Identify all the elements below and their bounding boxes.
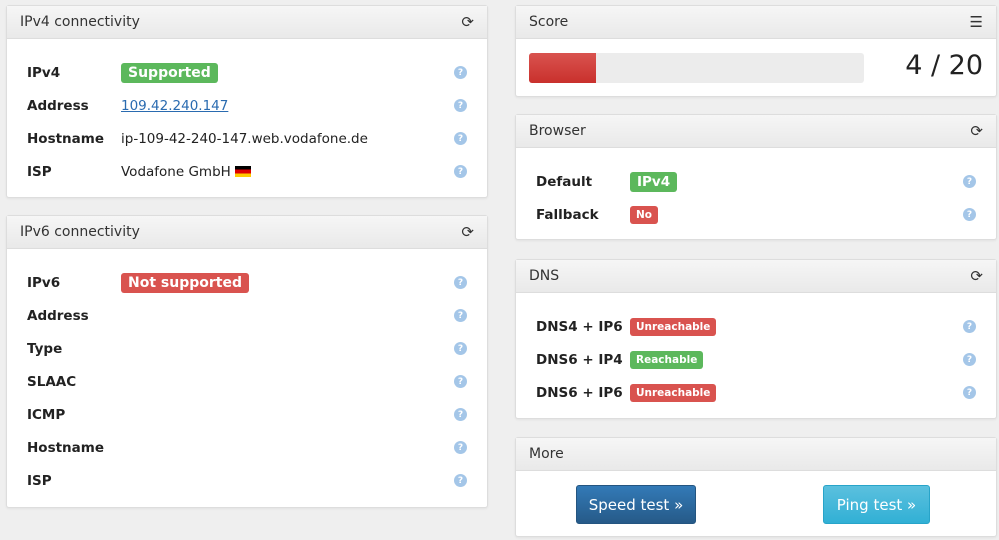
list-icon[interactable]: ☰ <box>970 13 983 31</box>
panel-title: More <box>529 446 564 462</box>
row-label: Type <box>27 340 63 357</box>
help-icon[interactable]: ? <box>963 386 976 399</box>
help-icon[interactable]: ? <box>963 175 976 188</box>
hostname-row: Hostname ip-109-42-240-147.web.vodafone.d… <box>27 122 467 155</box>
help-icon[interactable]: ? <box>454 66 467 79</box>
score-progress-fill <box>529 53 596 83</box>
row-label: Hostname <box>27 439 105 456</box>
ipv4-panel: IPv4 connectivity ⟳ IPv4 Supported? Addres… <box>6 5 488 198</box>
more-panel: More Speed test » Ping test » <box>515 437 997 537</box>
address-link[interactable]: 109.42.240.147 <box>121 98 228 114</box>
status-badge: Supported <box>121 62 218 83</box>
ipv4-row: IPv4 Supported? <box>27 56 467 89</box>
help-icon[interactable]: ? <box>454 441 467 454</box>
status-badge: Reachable <box>630 350 704 369</box>
panel-title: Browser <box>529 123 586 139</box>
row-label: IPv4 <box>27 64 61 81</box>
help-icon[interactable]: ? <box>963 320 976 333</box>
browser-panel: Browser ⟳ Default IPv4? Fallback No? <box>515 114 997 240</box>
help-icon[interactable]: ? <box>454 342 467 355</box>
status-badge: No <box>630 205 659 224</box>
row-label: DNS6 + IP4 <box>536 351 623 368</box>
score-text: 4 / 20 <box>905 50 983 81</box>
panel-title: IPv6 connectivity <box>20 224 140 240</box>
refresh-icon[interactable]: ⟳ <box>970 267 983 285</box>
hostname-value: ip-109-42-240-147.web.vodafone.de <box>121 130 368 147</box>
row-label: Default <box>536 173 593 190</box>
address-row: Address 109.42.240.147? <box>27 89 467 122</box>
status-badge: Unreachable <box>630 383 717 402</box>
refresh-icon[interactable]: ⟳ <box>970 122 983 140</box>
row-label: Address <box>27 307 89 324</box>
refresh-icon[interactable]: ⟳ <box>461 223 474 241</box>
help-icon[interactable]: ? <box>963 208 976 221</box>
dns-panel: DNS ⟳ DNS4 + IP6 Unreachable? DNS6 + IP4 Re… <box>515 259 997 419</box>
help-icon[interactable]: ? <box>454 276 467 289</box>
panel-title: Score <box>529 14 569 30</box>
status-badge: Not supported <box>121 272 249 293</box>
row-label: DNS4 + IP6 <box>536 318 623 335</box>
row-label: ISP <box>27 163 52 180</box>
german-flag-icon <box>235 166 252 177</box>
help-icon[interactable]: ? <box>454 132 467 145</box>
score-panel: Score ☰ 4 / 20 <box>515 5 997 97</box>
ipv6-panel: IPv6 connectivity ⟳ IPv6 Not supported? Ad… <box>6 215 488 508</box>
help-icon[interactable]: ? <box>454 408 467 421</box>
help-icon[interactable]: ? <box>454 99 467 112</box>
panel-title: IPv4 connectivity <box>20 14 140 30</box>
help-icon[interactable]: ? <box>454 165 467 178</box>
row-label: Address <box>27 97 89 114</box>
status-badge: Unreachable <box>630 317 717 336</box>
row-label: DNS6 + IP6 <box>536 384 623 401</box>
panel-title: DNS <box>529 268 560 284</box>
refresh-icon[interactable]: ⟳ <box>461 13 474 31</box>
row-label: Hostname <box>27 130 105 147</box>
help-icon[interactable]: ? <box>454 474 467 487</box>
row-label: ISP <box>27 472 52 489</box>
ping-test-button[interactable]: Ping test » <box>823 485 930 524</box>
speed-test-button[interactable]: Speed test » <box>576 485 696 524</box>
row-label: ICMP <box>27 406 66 423</box>
help-icon[interactable]: ? <box>963 353 976 366</box>
row-label: Fallback <box>536 206 599 223</box>
score-progress-bar <box>529 53 864 83</box>
help-icon[interactable]: ? <box>454 309 467 322</box>
isp-value: Vodafone GmbH <box>121 163 231 180</box>
row-label: IPv6 <box>27 274 61 291</box>
help-icon[interactable]: ? <box>454 375 467 388</box>
status-badge: IPv4 <box>630 171 678 192</box>
isp-row: ISP Vodafone GmbH ? <box>27 155 467 188</box>
row-label: SLAAC <box>27 373 77 390</box>
